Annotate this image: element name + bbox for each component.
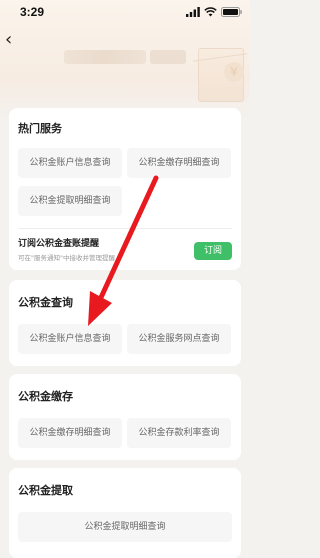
battery-icon: [221, 7, 242, 17]
status-icons: [186, 5, 242, 19]
status-time: 3:29: [20, 5, 45, 19]
deposit-section-title: 公积金缴存: [18, 390, 73, 403]
tile-service-outlet-query[interactable]: 公积金服务网点查询: [127, 324, 231, 354]
subscribe-note: 可在"服务通知"中接收并管理提醒: [18, 254, 115, 262]
subscribe-title: 订阅公积金查账提醒: [18, 239, 100, 249]
signal-icon: [186, 7, 200, 17]
tile-withdraw-detail-query[interactable]: 公积金提取明细查询: [18, 512, 232, 542]
deposit-section-card: 公积金缴存 公积金缴存明细查询 公积金存款利率查询: [9, 374, 241, 460]
blurred-title-part: [150, 50, 186, 64]
tile-deposit-detail-query[interactable]: 公积金缴存明细查询: [18, 418, 122, 448]
withdraw-section-card: 公积金提取 公积金提取明细查询: [9, 468, 241, 558]
query-section-title: 公积金查询: [18, 296, 73, 309]
query-section-card: 公积金查询 公积金账户信息查询 公积金服务网点查询: [9, 280, 241, 366]
blurred-title: [64, 50, 146, 64]
divider: [18, 228, 232, 229]
back-arrow-icon[interactable]: ‹: [5, 30, 21, 50]
wifi-icon: [204, 7, 217, 17]
tile-withdraw-detail-query[interactable]: 公积金提取明细查询: [18, 186, 122, 216]
tile-deposit-detail-query[interactable]: 公积金缴存明细查询: [127, 148, 231, 178]
withdraw-section-title: 公积金提取: [18, 484, 73, 497]
tile-account-info-query[interactable]: 公积金账户信息查询: [18, 324, 122, 354]
tile-deposit-rate-query[interactable]: 公积金存款利率查询: [127, 418, 231, 448]
tile-account-info-query[interactable]: 公积金账户信息查询: [18, 148, 122, 178]
status-bar: 3:29: [0, 0, 250, 24]
subscribe-button[interactable]: 订阅: [194, 242, 232, 260]
hot-services-card: 热门服务 公积金账户信息查询 公积金缴存明细查询 公积金提取明细查询 订阅公积金…: [9, 108, 241, 270]
hot-services-title: 热门服务: [18, 122, 62, 135]
yuan-coin-icon: ¥: [224, 62, 244, 82]
